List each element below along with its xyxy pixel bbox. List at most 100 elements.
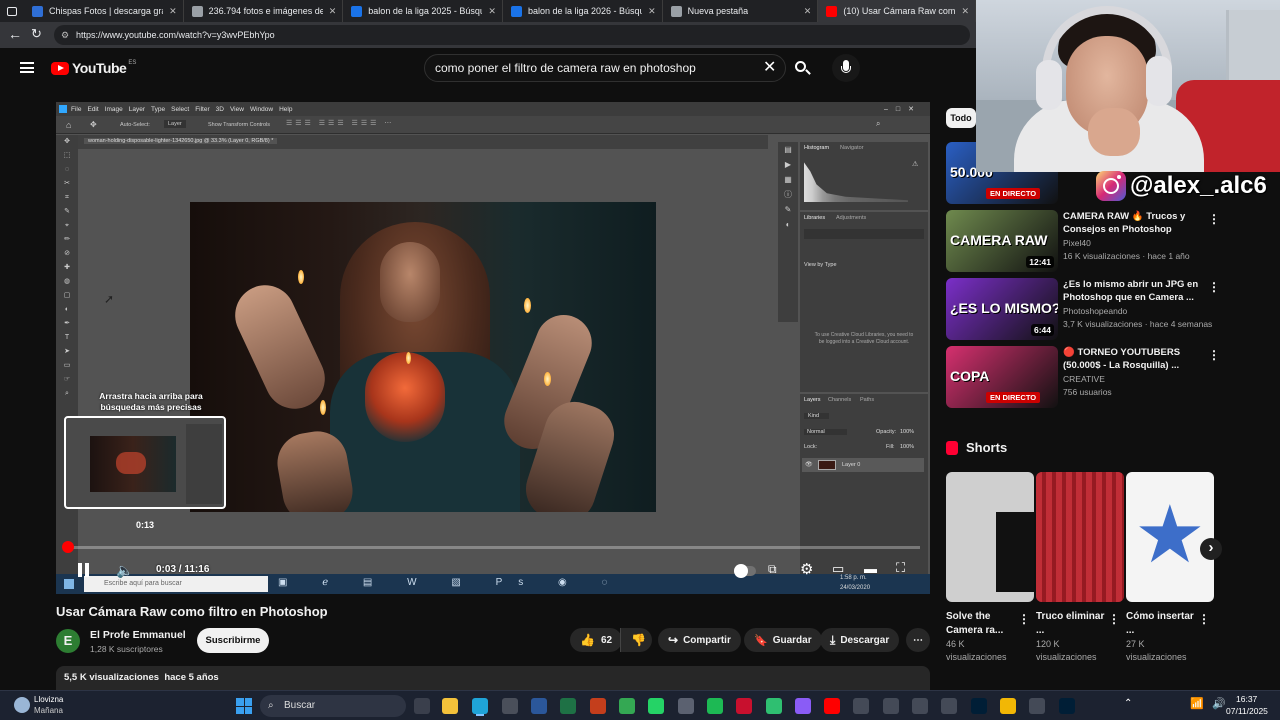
recommended-channel[interactable]: Pixel40 <box>1063 238 1091 248</box>
short-title[interactable]: Cómo insertar ... <box>1126 610 1198 638</box>
file-explorer-icon[interactable] <box>414 698 430 714</box>
more-vertical-icon[interactable]: ⋮ <box>1198 612 1210 626</box>
search-button[interactable] <box>788 54 816 82</box>
short-title[interactable]: Solve the Camera ra... <box>946 610 1018 638</box>
clear-search-icon[interactable]: ✕ <box>763 55 776 81</box>
app-color-icon[interactable] <box>795 698 811 714</box>
photoshop-icon[interactable] <box>971 698 987 714</box>
recommended-title[interactable]: CAMERA RAW 🔥 Trucos y Consejos en Photos… <box>1063 210 1203 236</box>
app-yellow-icon[interactable] <box>1000 698 1016 714</box>
recommended-video[interactable]: COPA EN DIRECTO 🔴 TORNEO YOUTUBERS (50.000… <box>946 346 1220 408</box>
store-icon[interactable] <box>502 698 518 714</box>
settings-icon[interactable]: ⚙ <box>800 560 813 578</box>
photoshop-icon[interactable] <box>1059 698 1075 714</box>
recommended-title[interactable]: 🔴 TORNEO YOUTUBERS (50.000$ - La Rosquil… <box>1063 346 1203 372</box>
youtube-app-icon[interactable] <box>824 698 840 714</box>
app-icon[interactable] <box>1029 698 1045 714</box>
recommended-meta: 16 K visualizaciones · hace 1 año <box>1063 251 1190 261</box>
miniplayer-icon[interactable]: ▭ <box>832 561 844 577</box>
volume-button[interactable]: 🔈 <box>116 562 134 578</box>
pause-button[interactable] <box>76 562 92 578</box>
app-icon[interactable] <box>678 698 694 714</box>
autoplay-toggle[interactable] <box>734 564 756 578</box>
fullscreen-icon[interactable]: ⛶ <box>896 560 905 576</box>
youtube-logo[interactable]: YouTube ES <box>51 60 136 76</box>
app-icon[interactable] <box>912 698 928 714</box>
app-icon[interactable] <box>853 698 869 714</box>
recommended-channel[interactable]: Photoshopeando <box>1063 306 1127 316</box>
tray-chevron-icon[interactable]: ⌃ <box>1124 698 1132 709</box>
browser-tab[interactable]: 236.794 fotos e imágenes de alta✕ <box>184 0 344 22</box>
browser-tab[interactable]: balon de la liga 2026 - Búsqueda✕ <box>503 0 663 22</box>
live-badge: EN DIRECTO <box>986 392 1041 403</box>
recommended-video[interactable]: CAMERA RAW 12:41 CAMERA RAW 🔥 Trucos y Con… <box>946 210 1220 272</box>
tab-close-icon[interactable]: ✕ <box>163 6 177 17</box>
more-vertical-icon[interactable]: ⋮ <box>1018 612 1030 626</box>
tab-close-icon[interactable]: ✕ <box>323 6 337 17</box>
edge-icon[interactable] <box>472 698 488 714</box>
channel-avatar[interactable]: E <box>56 629 80 653</box>
subscribe-button[interactable]: Suscribirme <box>197 628 269 653</box>
video-thumbnail[interactable]: ¿ES LO MISMO? 6:44 <box>946 278 1058 340</box>
more-vertical-icon[interactable]: ⋮ <box>1208 280 1220 294</box>
recommended-video[interactable]: ¿ES LO MISMO? 6:44 ¿Es lo mismo abrir un J… <box>946 278 1220 340</box>
more-vertical-icon[interactable]: ⋮ <box>1108 612 1120 626</box>
app-red-icon[interactable] <box>736 698 752 714</box>
search-input[interactable]: como poner el filtro de camera raw en ph… <box>424 54 786 82</box>
app-green-icon[interactable] <box>766 698 782 714</box>
description-box[interactable]: 5,5 K visualizaciones hace 5 años <box>56 666 930 692</box>
reload-icon[interactable]: ↻ <box>31 26 42 42</box>
tab-close-icon[interactable]: ✕ <box>482 6 496 17</box>
app-icon[interactable] <box>941 698 957 714</box>
taskbar-search[interactable]: ⌕ Buscar <box>260 695 406 717</box>
whatsapp-icon[interactable] <box>648 698 664 714</box>
video-thumbnail[interactable]: COPA EN DIRECTO <box>946 346 1058 408</box>
chrome-icon[interactable] <box>619 698 635 714</box>
more-vertical-icon[interactable]: ⋮ <box>1208 348 1220 362</box>
short-thumbnail[interactable] <box>946 472 1034 602</box>
short-title[interactable]: Truco eliminar ... <box>1036 610 1108 638</box>
voice-search-button[interactable] <box>832 54 860 82</box>
video-thumbnail[interactable]: CAMERA RAW 12:41 <box>946 210 1058 272</box>
subtitles-icon[interactable]: ⧉ <box>768 562 777 577</box>
spotify-icon[interactable] <box>707 698 723 714</box>
tray-volume-icon[interactable]: 🔊 <box>1212 697 1226 710</box>
progress-bar[interactable] <box>66 546 920 549</box>
excel-icon[interactable] <box>560 698 576 714</box>
app-icon[interactable] <box>883 698 899 714</box>
more-actions-button[interactable]: ⋯ <box>906 628 930 652</box>
word-icon[interactable] <box>531 698 547 714</box>
tab-close-icon[interactable]: ✕ <box>955 6 969 17</box>
save-button[interactable]: 🔖 Guardar <box>744 628 822 652</box>
theater-icon[interactable]: ▬ <box>864 561 877 576</box>
browser-tab[interactable]: Nueva pestaña ✕ <box>663 0 819 22</box>
recommended-title[interactable]: ¿Es lo mismo abrir un JPG en Photoshop q… <box>1063 278 1203 304</box>
url-field[interactable]: ⚙ https://www.youtube.com/watch?v=y3wvPE… <box>54 25 970 45</box>
share-button[interactable]: ↪ Compartir <box>658 628 741 652</box>
tray-network-icon[interactable]: 📶 <box>1190 697 1204 710</box>
more-vertical-icon[interactable]: ⋮ <box>1208 212 1220 226</box>
video-player[interactable]: File Edit Image Layer Type Select Filter 3D View… <box>56 102 930 594</box>
shorts-next-button[interactable]: › <box>1200 538 1222 560</box>
back-icon[interactable]: ← <box>8 26 22 42</box>
browser-tab[interactable]: (10) Usar Cámara Raw como ✕ <box>818 0 976 22</box>
dislike-button[interactable]: 👎 <box>620 628 652 652</box>
recommended-channel[interactable]: CREATIVE <box>1063 374 1105 384</box>
channel-name[interactable]: El Profe Emmanuel <box>90 629 186 641</box>
tab-switcher-icon[interactable] <box>0 0 24 22</box>
download-button[interactable]: ⤓ Descargar <box>820 628 900 652</box>
windows-start-icon[interactable] <box>236 698 252 714</box>
tab-close-icon[interactable]: ✕ <box>798 6 812 17</box>
powerpoint-icon[interactable] <box>590 698 606 714</box>
video-taskbar-app-icons: ▣ ℯ ▤ W ▧ Ps ◉ ◌ <box>278 577 624 588</box>
menu-icon[interactable] <box>20 62 34 73</box>
short-thumbnail[interactable]: ★ <box>1126 472 1214 602</box>
like-button[interactable]: 👍 62 <box>570 628 622 652</box>
browser-tab[interactable]: Chispas Fotos | descarga gratuita✕ <box>24 0 184 22</box>
folder-icon[interactable] <box>442 698 458 714</box>
progress-scrubber[interactable] <box>62 541 74 553</box>
browser-tab[interactable]: balon de la liga 2025 - Búsqueda✕ <box>343 0 503 22</box>
site-info-icon[interactable]: ⚙ <box>61 25 69 45</box>
short-thumbnail[interactable] <box>1036 472 1124 602</box>
tab-close-icon[interactable]: ✕ <box>642 6 656 17</box>
